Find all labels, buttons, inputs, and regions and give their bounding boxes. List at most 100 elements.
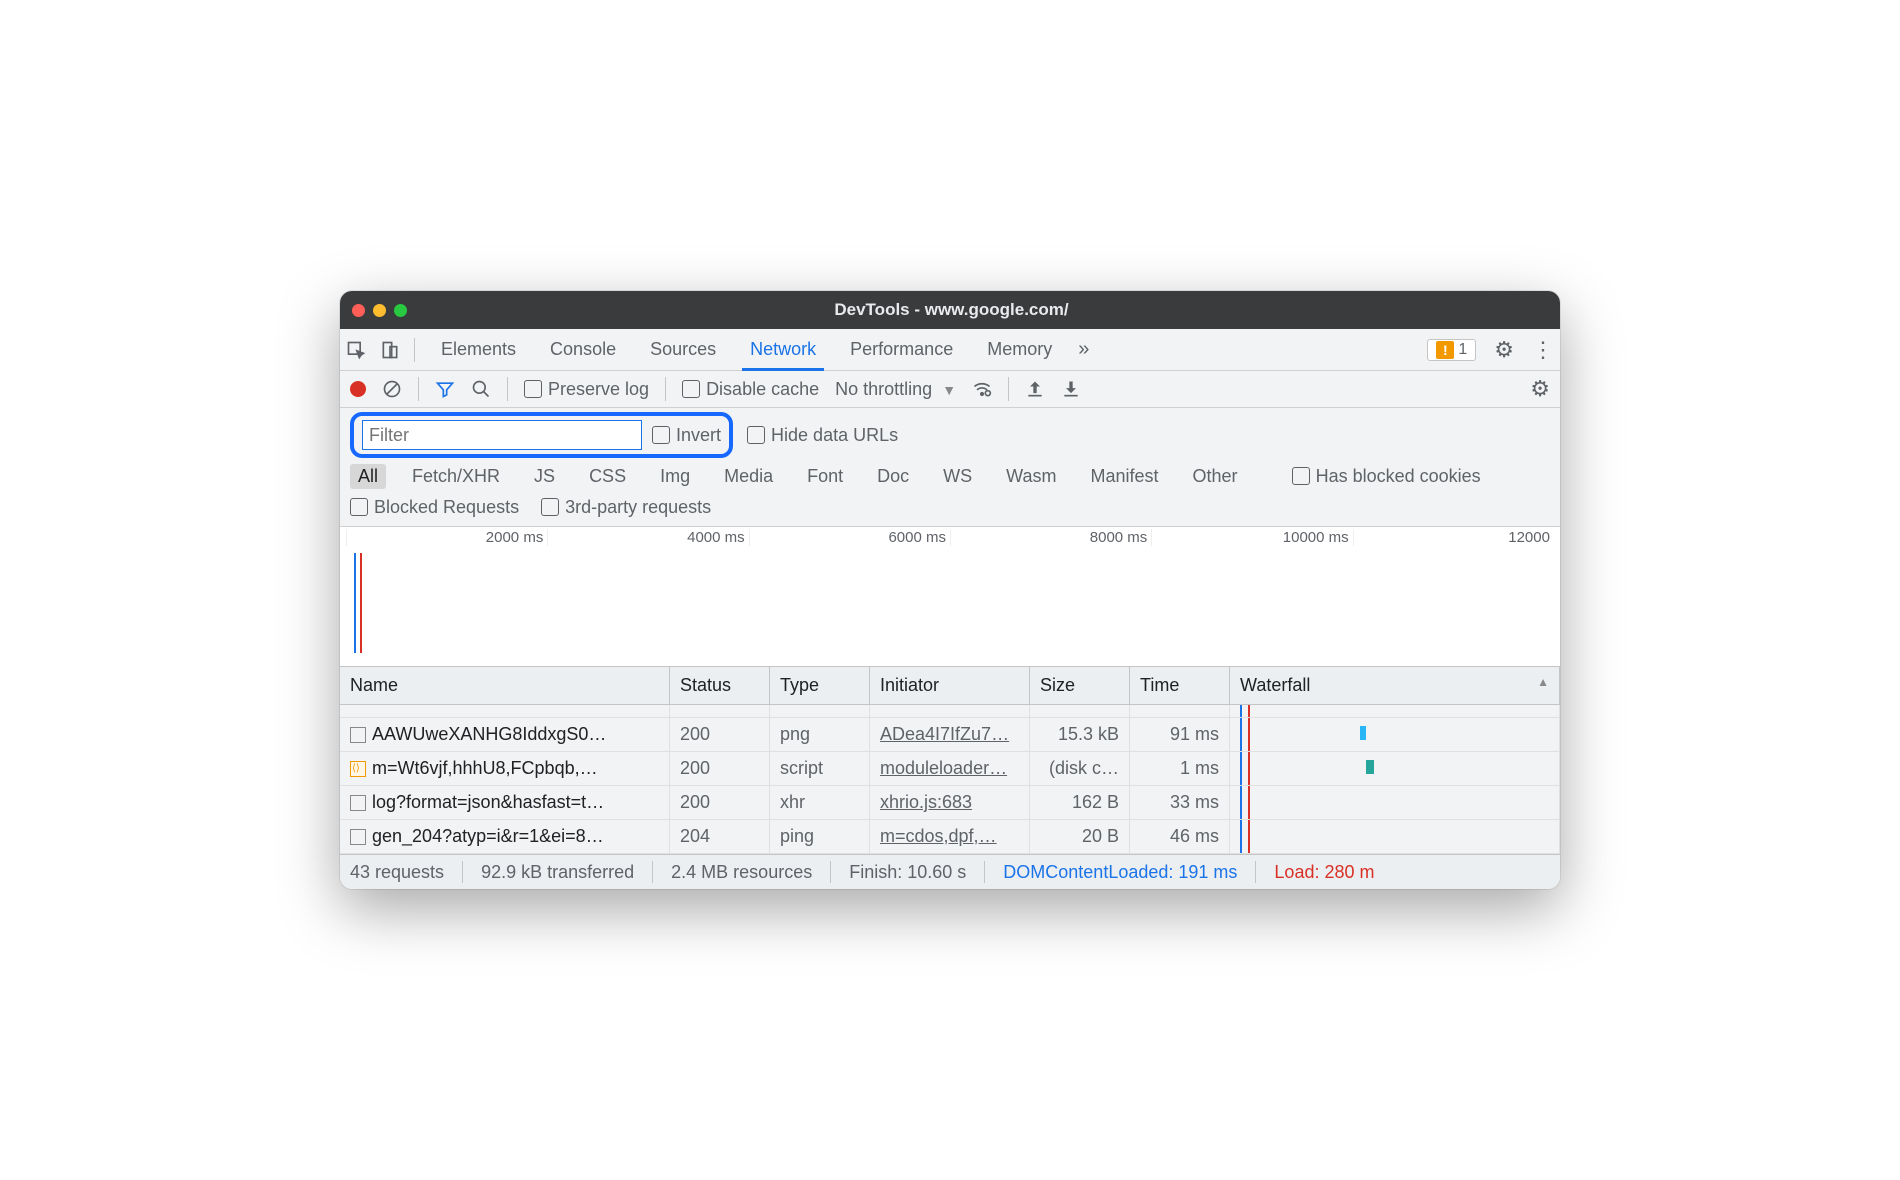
doc-file-icon <box>350 795 366 811</box>
type-css[interactable]: CSS <box>581 464 634 489</box>
titlebar: DevTools - www.google.com/ <box>340 291 1560 329</box>
waterfall-cell <box>1230 820 1560 854</box>
col-size[interactable]: Size <box>1030 667 1130 705</box>
request-name[interactable]: gen_204?atyp=i&r=1&ei=8… <box>340 820 670 854</box>
type-js[interactable]: JS <box>526 464 563 489</box>
preserve-log-checkbox[interactable]: Preserve log <box>524 379 649 400</box>
device-toggle-icon[interactable] <box>380 340 400 360</box>
third-party-checkbox[interactable]: 3rd-party requests <box>541 497 711 518</box>
divider <box>462 861 463 883</box>
divider <box>652 861 653 883</box>
doc-file-icon <box>350 829 366 845</box>
inspect-icon[interactable] <box>346 340 366 360</box>
divider <box>414 338 415 362</box>
tick: 6000 ms <box>749 529 950 546</box>
warnings-badge[interactable]: ! 1 <box>1427 339 1476 361</box>
divider <box>418 377 419 401</box>
window-title: DevTools - www.google.com/ <box>355 300 1548 320</box>
type-other[interactable]: Other <box>1185 464 1246 489</box>
status-transferred: 92.9 kB transferred <box>481 862 634 883</box>
request-initiator[interactable]: moduleloader… <box>870 752 1030 786</box>
type-doc[interactable]: Doc <box>869 464 917 489</box>
hide-data-urls-checkbox[interactable]: Hide data URLs <box>747 425 898 446</box>
filter-bar: Invert Hide data URLs <box>340 408 1560 462</box>
tab-console[interactable]: Console <box>542 331 624 368</box>
tab-sources[interactable]: Sources <box>642 331 724 368</box>
type-ws[interactable]: WS <box>935 464 980 489</box>
request-status: 204 <box>670 820 770 854</box>
request-initiator[interactable]: xhrio.js:683 <box>870 786 1030 820</box>
upload-har-icon[interactable] <box>1025 379 1045 399</box>
type-wasm[interactable]: Wasm <box>998 464 1064 489</box>
panel-tabs: Elements Console Sources Network Perform… <box>340 329 1560 371</box>
type-img[interactable]: Img <box>652 464 698 489</box>
more-menu-icon[interactable]: ⋮ <box>1532 337 1554 363</box>
status-resources: 2.4 MB resources <box>671 862 812 883</box>
resource-type-filter: All Fetch/XHR JS CSS Img Media Font Doc … <box>340 462 1560 495</box>
request-status: 200 <box>670 786 770 820</box>
type-manifest[interactable]: Manifest <box>1083 464 1167 489</box>
request-time: 33 ms <box>1130 786 1230 820</box>
type-all[interactable]: All <box>350 464 386 489</box>
clear-icon[interactable] <box>382 379 402 399</box>
filter-input[interactable] <box>362 420 642 450</box>
waterfall-cell <box>1230 752 1560 786</box>
disable-cache-checkbox[interactable]: Disable cache <box>682 379 819 400</box>
tabs-overflow-icon[interactable]: » <box>1078 338 1089 361</box>
invert-checkbox[interactable]: Invert <box>652 425 721 446</box>
script-file-icon <box>350 761 366 777</box>
blocked-requests-checkbox[interactable]: Blocked Requests <box>350 497 519 518</box>
col-time[interactable]: Time <box>1130 667 1230 705</box>
tick: 4000 ms <box>547 529 748 546</box>
throttling-select[interactable]: No throttling ▼ <box>835 379 956 400</box>
request-size: 15.3 kB <box>1030 718 1130 752</box>
tab-memory[interactable]: Memory <box>979 331 1060 368</box>
request-type: script <box>770 752 870 786</box>
search-icon[interactable] <box>471 379 491 399</box>
request-time: 91 ms <box>1130 718 1230 752</box>
col-type[interactable]: Type <box>770 667 870 705</box>
status-bar: 43 requests 92.9 kB transferred 2.4 MB r… <box>340 854 1560 889</box>
filter-icon[interactable] <box>435 379 455 399</box>
request-size: 20 B <box>1030 820 1130 854</box>
request-name[interactable]: m=Wt6vjf,hhhU8,FCpbqb,… <box>340 752 670 786</box>
col-initiator[interactable]: Initiator <box>870 667 1030 705</box>
col-status[interactable]: Status <box>670 667 770 705</box>
image-file-icon <box>350 727 366 743</box>
request-type: png <box>770 718 870 752</box>
blocked-cookies-checkbox[interactable]: Has blocked cookies <box>1292 466 1481 487</box>
request-name[interactable]: log?format=json&hasfast=t… <box>340 786 670 820</box>
status-load: Load: 280 m <box>1274 862 1374 883</box>
tick: 10000 ms <box>1151 529 1352 546</box>
warning-icon: ! <box>1436 341 1454 359</box>
filter-highlight: Invert <box>350 412 733 458</box>
tab-network[interactable]: Network <box>742 331 824 371</box>
timeline-overview[interactable]: 2000 ms 4000 ms 6000 ms 8000 ms 10000 ms… <box>340 527 1560 667</box>
load-marker <box>360 553 362 653</box>
table-row <box>340 705 670 718</box>
network-settings-icon[interactable]: ⚙ <box>1530 376 1550 402</box>
warnings-count: 1 <box>1458 341 1467 359</box>
tick: 2000 ms <box>346 529 547 546</box>
col-name[interactable]: Name <box>340 667 670 705</box>
tick: 8000 ms <box>950 529 1151 546</box>
network-conditions-icon[interactable] <box>972 379 992 399</box>
status-dcl: DOMContentLoaded: 191 ms <box>1003 862 1237 883</box>
waterfall-cell <box>1230 786 1560 820</box>
request-time: 46 ms <box>1130 820 1230 854</box>
type-fetch-xhr[interactable]: Fetch/XHR <box>404 464 508 489</box>
settings-icon[interactable]: ⚙ <box>1494 337 1514 363</box>
request-initiator[interactable]: m=cdos,dpf,… <box>870 820 1030 854</box>
record-icon[interactable] <box>350 381 366 397</box>
tab-performance[interactable]: Performance <box>842 331 961 368</box>
download-har-icon[interactable] <box>1061 379 1081 399</box>
status-finish: Finish: 10.60 s <box>849 862 966 883</box>
request-initiator[interactable]: ADea4I7IfZu7… <box>870 718 1030 752</box>
type-media[interactable]: Media <box>716 464 781 489</box>
type-font[interactable]: Font <box>799 464 851 489</box>
tab-elements[interactable]: Elements <box>433 331 524 368</box>
network-toolbar: Preserve log Disable cache No throttling… <box>340 371 1560 408</box>
request-type: ping <box>770 820 870 854</box>
col-waterfall[interactable]: Waterfall <box>1230 667 1560 705</box>
request-name[interactable]: AAWUweXANHG8IddxgS0… <box>340 718 670 752</box>
